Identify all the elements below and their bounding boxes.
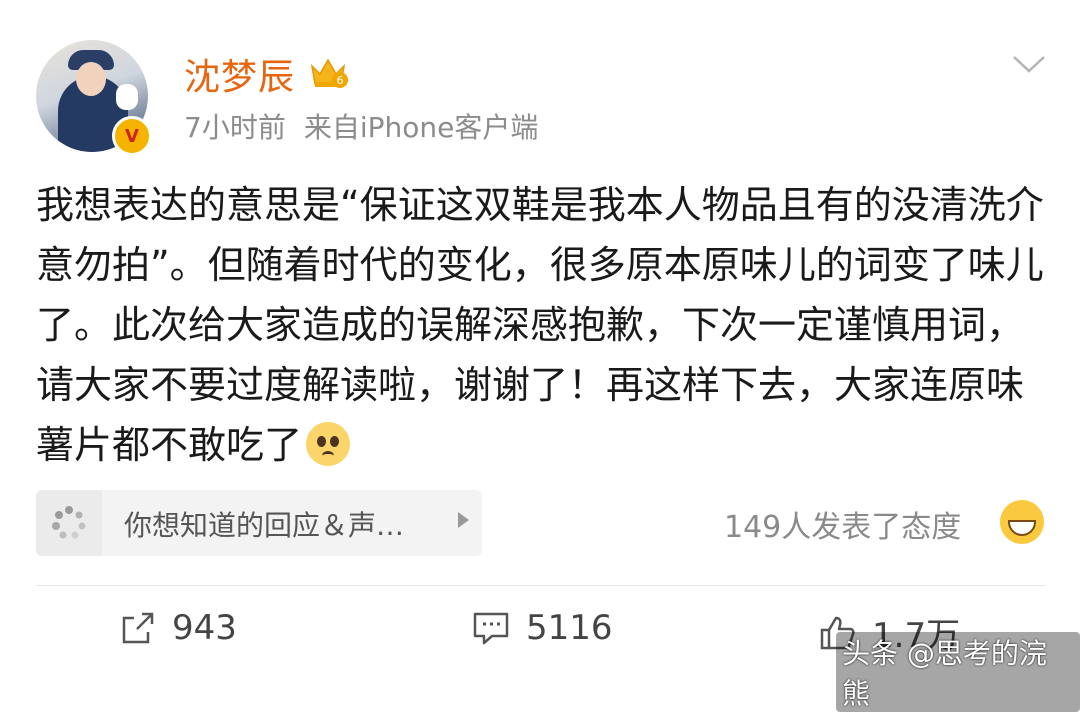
avatar-glove [116, 84, 138, 110]
repost-count: 943 [172, 608, 237, 648]
watermark: 头条 @思考的浣熊 [836, 632, 1080, 712]
comment-icon [473, 612, 509, 645]
verified-badge-icon: V [112, 116, 152, 156]
play-arrow-icon [458, 512, 469, 528]
repost-button[interactable]: 943 [120, 608, 237, 648]
response-card[interactable]: 你想知道的回应＆声… [36, 490, 482, 556]
avatar-face [76, 62, 106, 96]
post-source: 来自iPhone客户端 [303, 111, 539, 144]
repost-icon [122, 612, 154, 644]
author-name[interactable]: 沈梦辰 [184, 48, 295, 100]
chevron-down-icon[interactable] [1012, 54, 1046, 74]
loading-dots-icon [52, 506, 86, 539]
attitude-count[interactable]: 149人发表了态度 [724, 502, 961, 546]
post-meta: 7小时前 来自iPhone客户端 [184, 106, 538, 146]
post-text-body: 我想表达的意思是“保证这双鞋是我本人物品且有的没清洗介意勿拍”。但随着时代的变化… [36, 183, 1044, 467]
member-crown-icon[interactable]: 6 [308, 56, 348, 90]
response-card-icon-box [36, 490, 102, 556]
comment-count: 5116 [526, 608, 613, 648]
svg-text:6: 6 [337, 74, 344, 87]
sad-face-emoji-icon [306, 422, 351, 466]
laughing-emoji-icon[interactable] [1000, 500, 1044, 544]
comment-button[interactable]: 5116 [472, 608, 613, 648]
response-card-label: 你想知道的回应＆声… [124, 509, 405, 542]
divider [36, 585, 1046, 586]
post-time: 7小时前 [184, 111, 286, 144]
post-text: 我想表达的意思是“保证这双鞋是我本人物品且有的没清洗介意勿拍”。但随着时代的变化… [36, 175, 1046, 475]
